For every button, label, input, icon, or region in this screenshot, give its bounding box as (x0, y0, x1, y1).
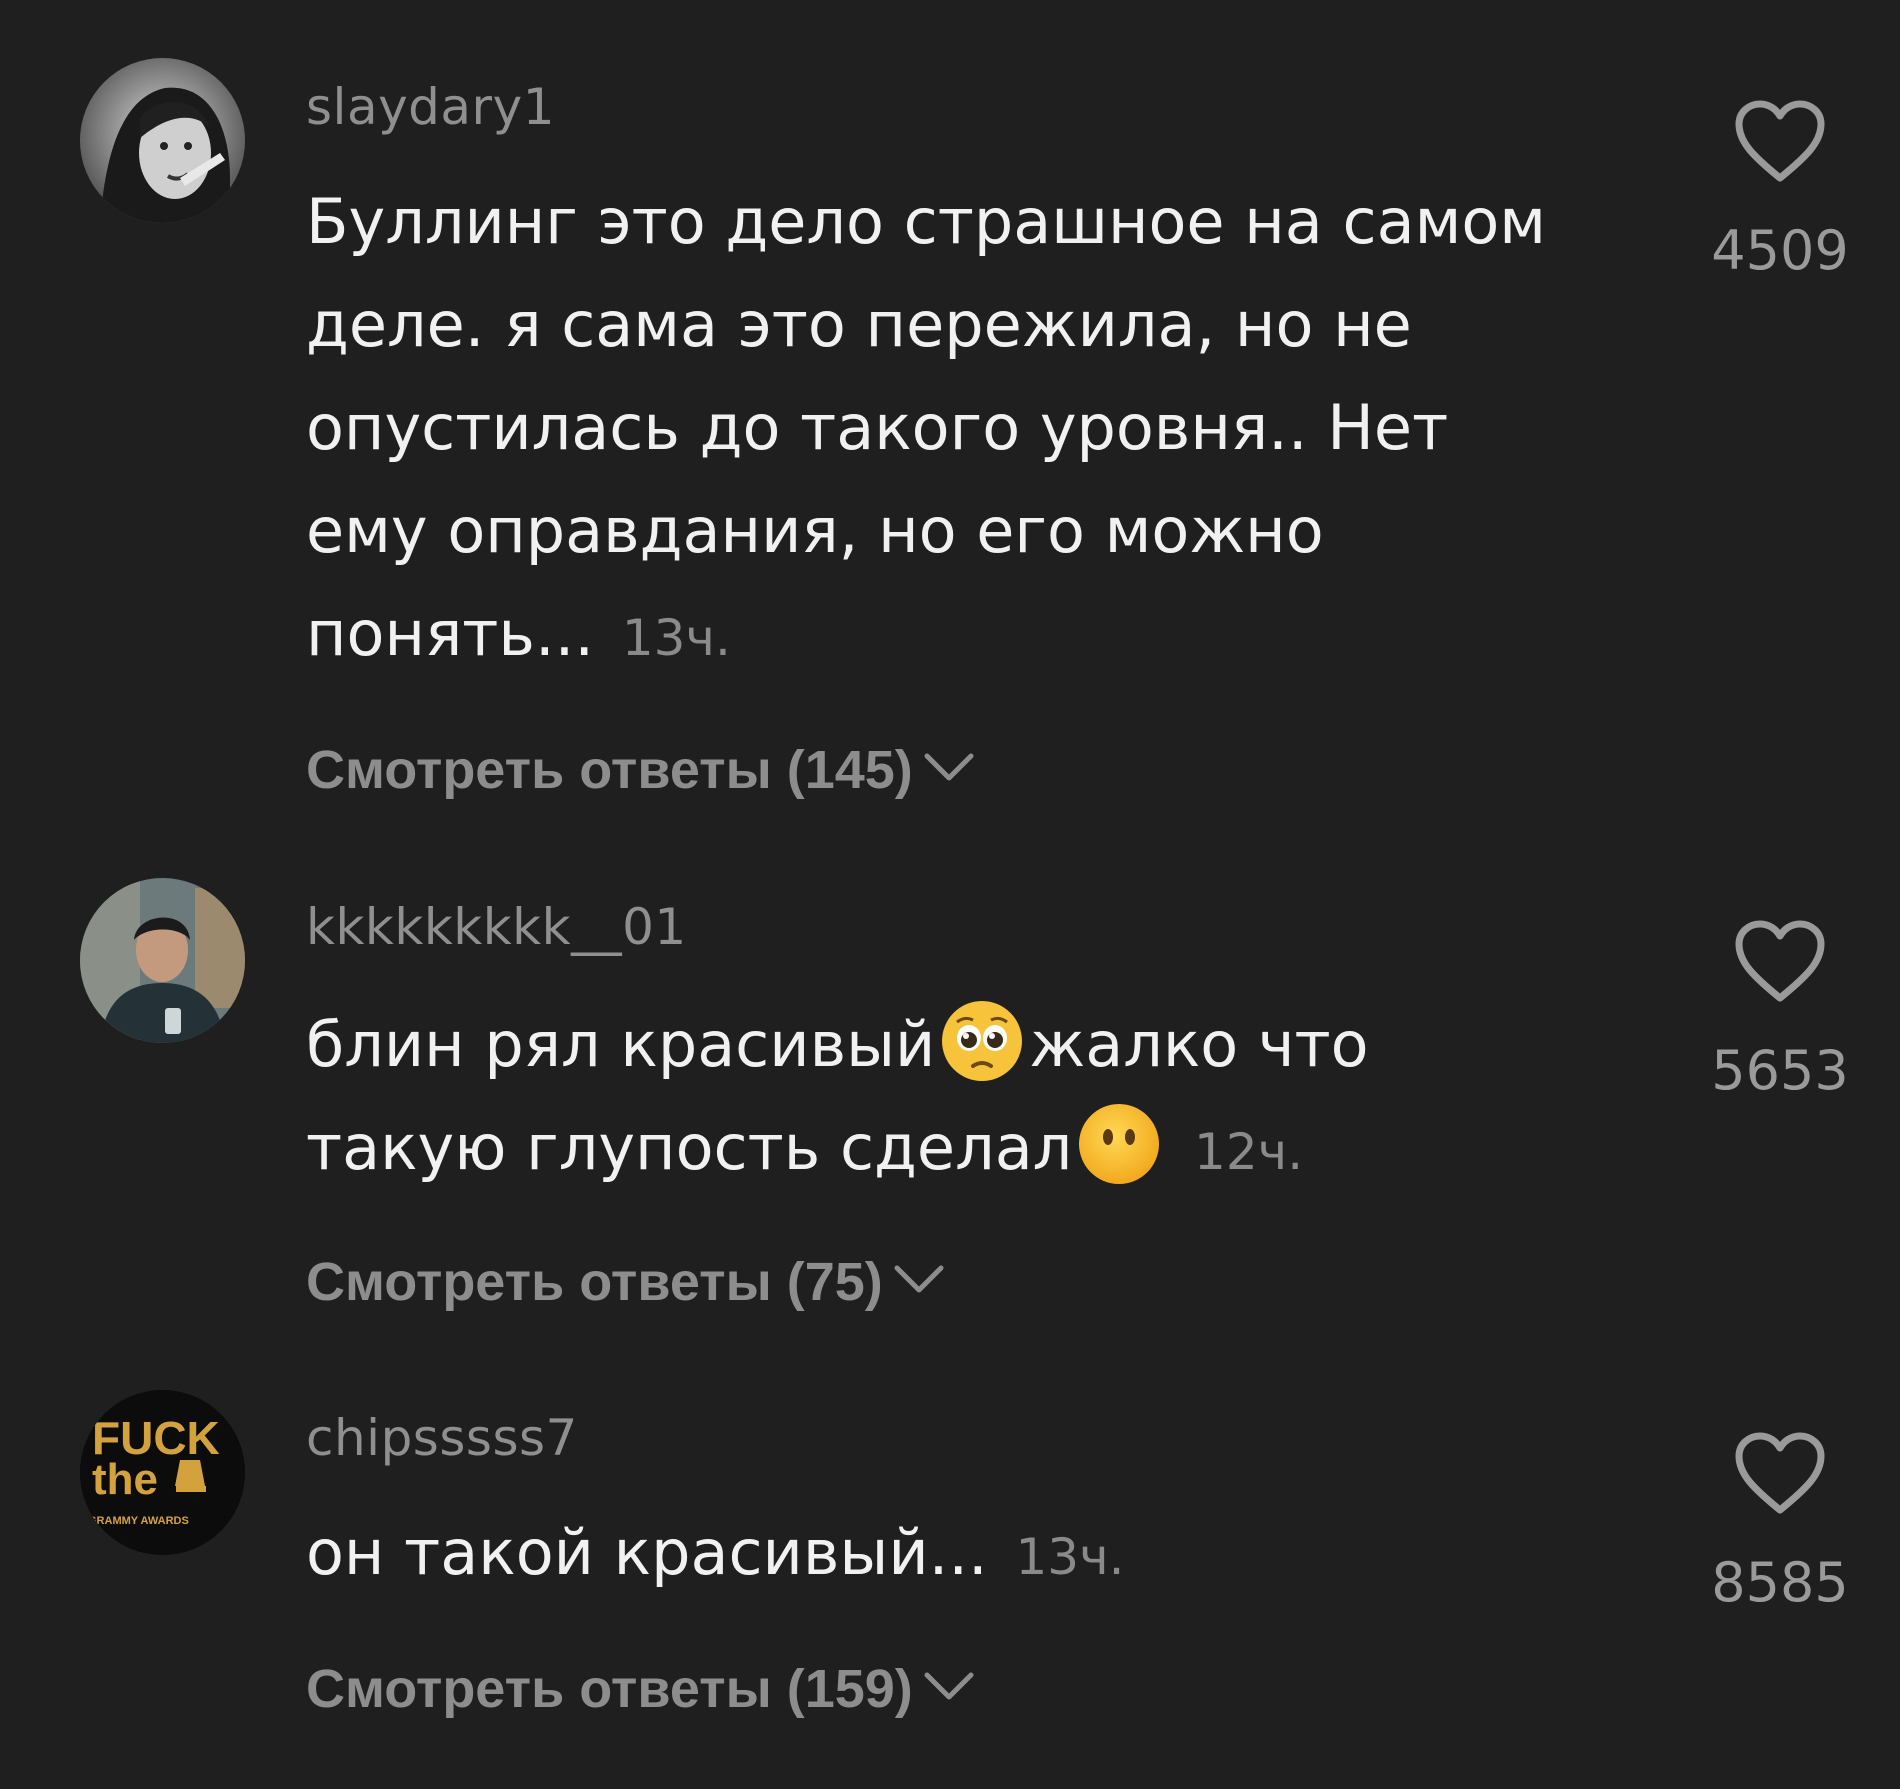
view-replies-label: Смотреть ответы (75) (306, 1252, 883, 1312)
heart-icon[interactable] (1733, 100, 1827, 184)
like-control: 5653 (1700, 920, 1860, 1098)
timestamp: 12ч. (1194, 1123, 1304, 1181)
username[interactable]: kkkkkkkkk__01 (306, 902, 687, 952)
comment-line: он такой красивый... 13ч. (306, 1501, 1636, 1609)
comment-line: понять... 13ч. (306, 582, 1636, 690)
comment-line: ему оправдания, но его можно (306, 494, 1324, 567)
view-replies-label: Смотреть ответы (159) (306, 1659, 913, 1719)
comment-line-text: такую глупость сделал (306, 1111, 1073, 1184)
comment-line: такую глупость сделал 12ч. (306, 1096, 1636, 1204)
like-count: 5653 (1711, 1039, 1849, 1102)
face-without-mouth-emoji-icon (1076, 1101, 1162, 1187)
pleading-face-emoji-icon (939, 998, 1025, 1084)
user-avatar-logo-icon: FUCK the GRAMMY AWARDS (80, 1390, 245, 1555)
comment-line-text: блин рял красивый (306, 1008, 936, 1081)
like-control: 4509 (1700, 100, 1860, 278)
comment-line: опустилась до такого уровня.. Нет (306, 391, 1449, 464)
comment-line: Буллинг это дело страшное на самом (306, 185, 1547, 258)
comment-line-text: жалко что (1029, 1008, 1369, 1081)
view-replies-button[interactable]: Смотреть ответы (159) (306, 1662, 975, 1716)
username[interactable]: slaydary1 (306, 82, 555, 132)
timestamp: 13ч. (1015, 1528, 1125, 1586)
user-avatar[interactable]: FUCK the GRAMMY AWARDS (80, 1390, 245, 1555)
user-avatar[interactable] (80, 878, 245, 1043)
user-avatar[interactable] (80, 58, 245, 223)
avatar-logo-word: the (92, 1455, 158, 1504)
chevron-down-icon (923, 752, 975, 782)
heart-icon[interactable] (1733, 920, 1827, 1004)
view-replies-button[interactable]: Смотреть ответы (145) (306, 743, 975, 797)
username[interactable]: chipsssss7 (306, 1413, 578, 1463)
chevron-down-icon (893, 1264, 945, 1294)
heart-icon[interactable] (1733, 1432, 1827, 1516)
view-replies-button[interactable]: Смотреть ответы (75) (306, 1255, 945, 1309)
comment-text: он такой красивый... 13ч. (306, 1501, 1636, 1609)
like-count: 4509 (1711, 219, 1849, 282)
comment-line: деле. я сама это пережила, но не (306, 288, 1412, 361)
comment-text: Буллинг это дело страшное на самом деле.… (306, 170, 1636, 690)
comment-line-text: понять... (306, 597, 595, 670)
comment-text: блин рял красивый жалко что такую глупост… (306, 993, 1636, 1204)
user-avatar-photo-icon (80, 58, 245, 223)
user-avatar-photo-icon (80, 878, 245, 1043)
like-count: 8585 (1711, 1551, 1849, 1614)
avatar-logo-caption: GRAMMY AWARDS (88, 1515, 189, 1527)
chevron-down-icon (923, 1671, 975, 1701)
view-replies-label: Смотреть ответы (145) (306, 740, 913, 800)
comment-line: блин рял красивый жалко что (306, 993, 1636, 1096)
comment-line-text: он такой красивый... (306, 1516, 988, 1589)
like-control: 8585 (1700, 1432, 1860, 1610)
timestamp: 13ч. (621, 609, 731, 667)
